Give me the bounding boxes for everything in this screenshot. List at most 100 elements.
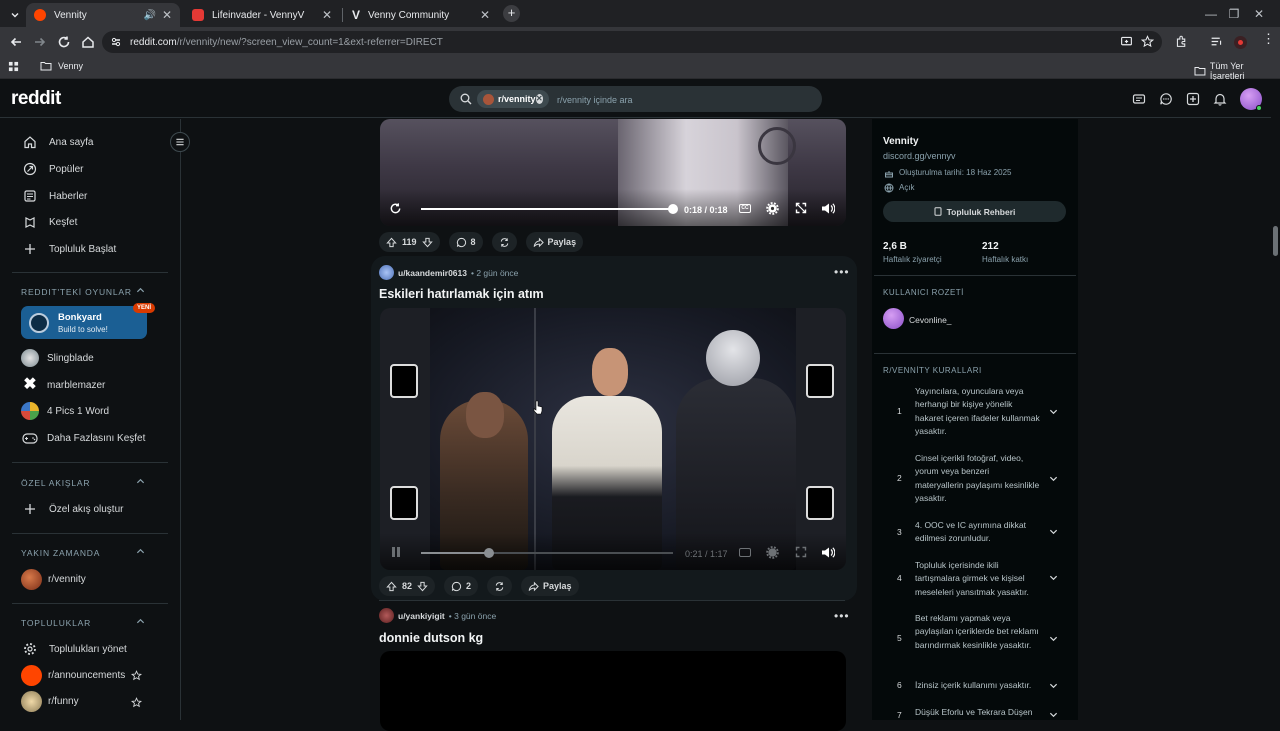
post2-progress-track[interactable] — [421, 552, 673, 554]
pause-icon[interactable] — [392, 547, 395, 557]
post2-username[interactable]: u/kaandemir0613 — [398, 268, 467, 278]
chat-icon[interactable] — [1159, 92, 1173, 106]
post3-more-icon[interactable]: ••• — [834, 609, 850, 623]
search-community-chip[interactable]: r/vennity ✕ — [477, 90, 549, 108]
post3-title[interactable]: donnie dutson kg — [379, 631, 483, 645]
speaker-icon[interactable]: 🔊 — [144, 10, 156, 21]
community-announcements[interactable]: r/announcements — [21, 665, 125, 686]
tab-search-button[interactable] — [4, 3, 26, 27]
post2-more-icon[interactable]: ••• — [834, 265, 850, 279]
forward-icon[interactable] — [32, 34, 48, 50]
bookmark-venny[interactable]: Venny — [40, 61, 83, 71]
post1-share-button[interactable]: Paylaş — [525, 232, 584, 252]
browser-menu-icon[interactable]: ⋮ — [1262, 32, 1275, 45]
sidebar-item-news[interactable]: Haberler — [23, 189, 87, 203]
upvote-icon[interactable] — [386, 581, 397, 592]
post2-title[interactable]: Eskileri hatırlamak için atım — [379, 287, 544, 301]
advertise-icon[interactable] — [1132, 92, 1146, 106]
rule-item[interactable]: 4 Topluluk içerisinde ikili tartışmalara… — [883, 559, 1063, 599]
tab-lifeinvader[interactable]: Lifeinvader - VennyV ✕ — [184, 3, 340, 27]
page-scrollbar[interactable] — [1271, 80, 1280, 720]
sidebar-item-popular[interactable]: Popüler — [23, 162, 83, 176]
close-tab-icon[interactable]: ✕ — [480, 8, 490, 22]
post2-user-avatar[interactable] — [379, 265, 394, 280]
close-window-button[interactable]: ✕ — [1238, 0, 1280, 27]
favorite-star-icon[interactable] — [131, 670, 142, 681]
install-app-icon[interactable] — [1120, 35, 1133, 48]
sidebar-discover-more[interactable]: Daha Fazlasını Keşfet — [21, 429, 145, 447]
close-tab-icon[interactable]: ✕ — [322, 8, 332, 22]
post2-progress-handle[interactable] — [484, 548, 495, 558]
chevron-up-icon[interactable] — [136, 477, 145, 486]
sidebar-game-slingblade[interactable]: Slingblade — [21, 349, 94, 367]
replay-icon[interactable] — [389, 202, 402, 215]
tab-venny-community[interactable]: V Venny Community ✕ — [344, 3, 498, 27]
post1-comments-button[interactable]: 8 — [448, 232, 483, 252]
rule-number: 1 — [897, 406, 902, 416]
post2-video[interactable] — [380, 308, 846, 570]
new-tab-button[interactable]: + — [503, 5, 520, 22]
media-control-icon[interactable] — [1210, 35, 1223, 48]
create-post-icon[interactable] — [1186, 92, 1200, 106]
community-guide-button[interactable]: Topluluk Rehberi — [883, 201, 1066, 222]
favorite-star-icon[interactable] — [131, 697, 142, 708]
sidebar-game-marblemazer[interactable]: ✖ marblemazer — [21, 376, 105, 394]
post3-user-avatar[interactable] — [379, 608, 394, 623]
sidebar-game-4pics[interactable]: 4 Pics 1 Word — [21, 402, 109, 420]
extensions-icon[interactable] — [1175, 35, 1188, 48]
rule-item[interactable]: 1 Yayıncılara, oyunculara veya herhangi … — [883, 385, 1063, 439]
community-link[interactable]: discord.gg/vennyv — [883, 151, 956, 161]
fullscreen-icon[interactable] — [795, 202, 807, 214]
chevron-up-icon[interactable] — [136, 617, 145, 626]
captions-icon[interactable] — [739, 548, 751, 557]
sidebar-item-home[interactable]: Ana sayfa — [23, 135, 93, 149]
rule-item[interactable]: 7 Düşük Eforlu ve Tekrara Düşen — [883, 706, 1063, 720]
bookmark-star-icon[interactable] — [1141, 35, 1154, 48]
rule-item[interactable]: 3 4. OOC ve IC ayrımına dikkat edilmesi … — [883, 519, 1063, 547]
volume-icon[interactable] — [821, 546, 835, 559]
scrollbar-thumb[interactable] — [1273, 226, 1278, 256]
post1-progress-track[interactable] — [421, 208, 673, 210]
post2-crosspost-button[interactable] — [487, 576, 513, 596]
video-frame-ornament — [758, 127, 796, 165]
post1-progress-handle[interactable] — [668, 204, 678, 214]
downvote-icon[interactable] — [421, 237, 433, 248]
sidebar-item-explore[interactable]: Keşfet — [23, 215, 77, 229]
featured-game-card[interactable]: Bonkyard Build to solve! — [21, 306, 147, 339]
downvote-icon[interactable] — [417, 581, 428, 592]
apps-grid-icon[interactable] — [8, 61, 19, 72]
volume-icon[interactable] — [821, 202, 835, 215]
upvote-icon[interactable] — [386, 237, 397, 248]
rule-item[interactable]: 5 Bet reklamı yapmak veya paylaşılan içe… — [883, 612, 1063, 666]
chevron-up-icon[interactable] — [136, 547, 145, 556]
recent-vennity[interactable]: r/vennity — [21, 569, 86, 590]
post3-video[interactable] — [380, 651, 846, 731]
site-info-icon[interactable] — [110, 36, 122, 48]
chevron-up-icon[interactable] — [136, 286, 145, 295]
close-tab-icon[interactable]: ✕ — [162, 8, 172, 22]
all-bookmarks[interactable]: Tüm Yer İşaretleri — [1194, 61, 1280, 81]
reload-icon[interactable] — [56, 34, 72, 50]
tab-vennity[interactable]: Vennity 🔊 ✕ — [26, 3, 180, 27]
create-custom-feed[interactable]: Özel akış oluştur — [23, 502, 123, 516]
fullscreen-icon[interactable] — [795, 546, 807, 558]
captions-icon[interactable]: CC — [739, 204, 751, 213]
clear-chip-icon[interactable]: ✕ — [535, 94, 543, 104]
rule-item[interactable]: 6 İzinsiz içerik kullanımı yasaktır. — [883, 679, 1063, 693]
notifications-icon[interactable] — [1213, 92, 1227, 106]
post2-share-button[interactable]: Paylaş — [521, 576, 579, 596]
post3-username[interactable]: u/yankiyigit — [398, 611, 445, 621]
post2-comments-button[interactable]: 2 — [444, 576, 479, 596]
rule-item[interactable]: 2 Cinsel içerikli fotoğraf, video, yorum… — [883, 452, 1063, 506]
collapse-nav-icon[interactable] — [170, 132, 190, 152]
sidebar-item-start-community[interactable]: Topluluk Başlat — [23, 242, 116, 256]
post1-crosspost-button[interactable] — [491, 232, 517, 252]
settings-gear-icon[interactable] — [766, 202, 779, 215]
community-funny[interactable]: r/funny — [21, 691, 79, 712]
home-page-icon[interactable] — [80, 34, 96, 50]
back-icon[interactable] — [8, 34, 24, 50]
reddit-logo[interactable]: reddit — [11, 88, 61, 110]
profile-avatar[interactable] — [1234, 36, 1247, 49]
settings-gear-icon[interactable] — [766, 546, 779, 559]
manage-communities[interactable]: Toplulukları yönet — [23, 642, 127, 656]
